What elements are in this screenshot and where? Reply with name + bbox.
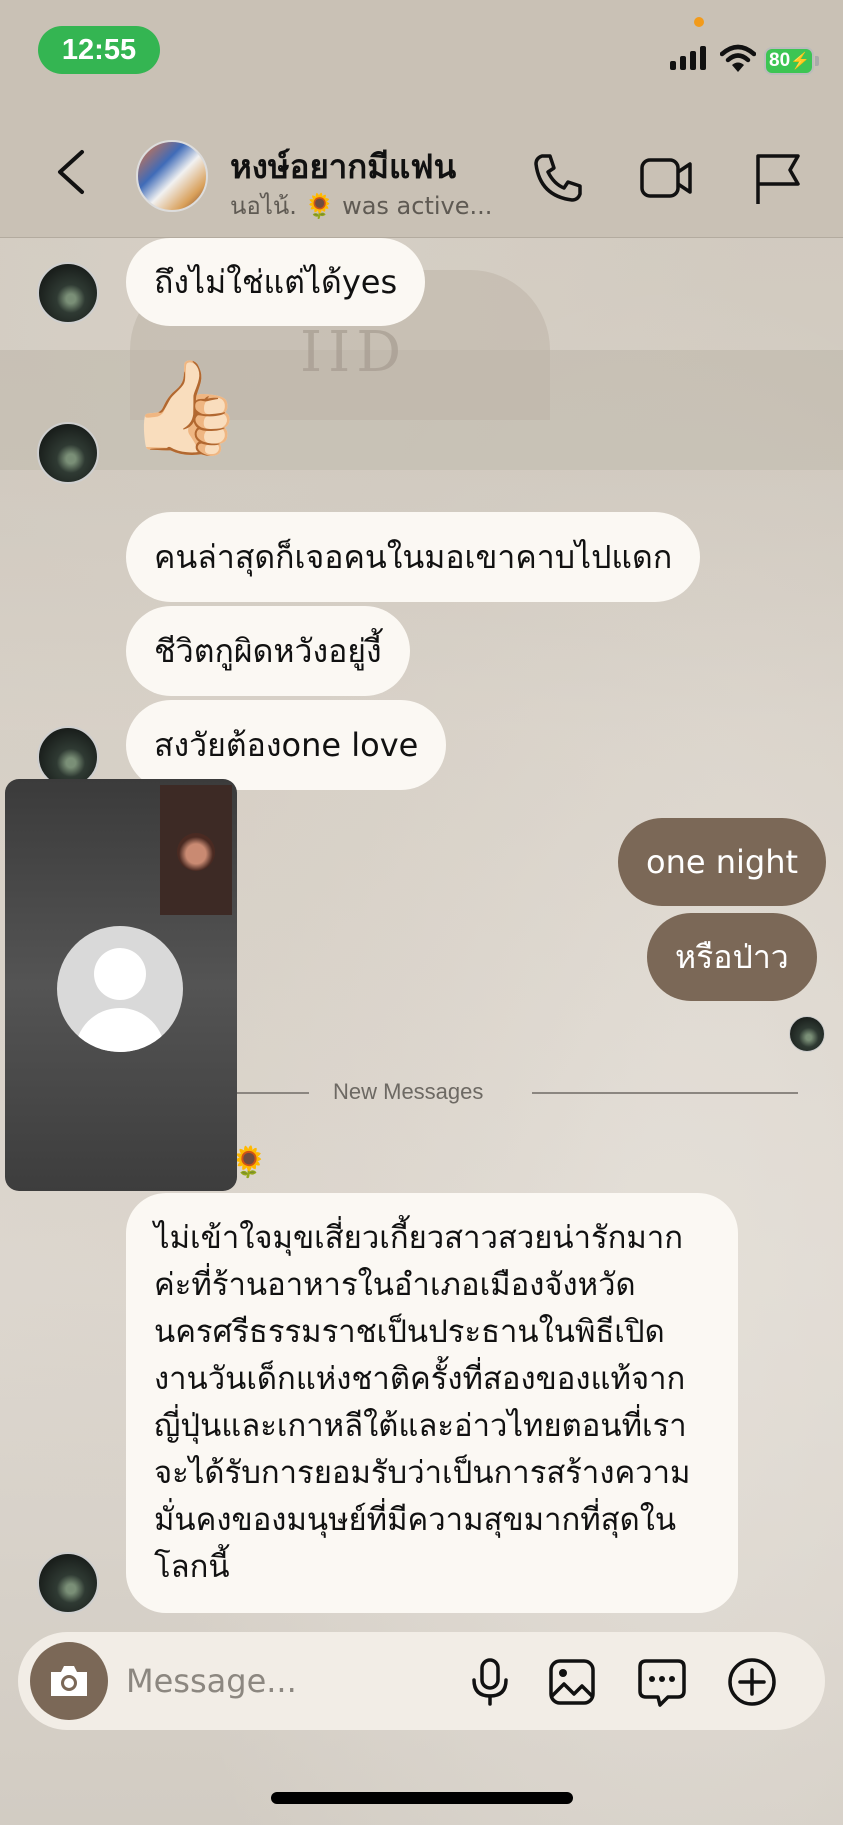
home-indicator[interactable] xyxy=(271,1792,573,1804)
divider-line xyxy=(237,1092,309,1094)
battery-level: 80 xyxy=(769,50,791,71)
back-arrow-icon[interactable] xyxy=(52,148,92,196)
chat-header: หงษ์อยากมีแฟน นอไน้. 🌻 was active... xyxy=(0,100,843,238)
video-call-window[interactable] xyxy=(5,779,237,1191)
message-bubble[interactable]: ถึงไม่ใช่แต่ได้yes xyxy=(126,238,426,326)
wallpaper-logo: IID xyxy=(300,320,408,385)
chat-bubble-icon[interactable] xyxy=(636,1656,688,1708)
report-flag-icon[interactable] xyxy=(748,148,808,208)
seen-by-avatar xyxy=(789,1016,825,1052)
status-time: 12:55 xyxy=(38,26,160,74)
camera-icon xyxy=(51,1666,87,1696)
self-preview-face xyxy=(177,833,215,871)
microphone-icon[interactable] xyxy=(464,1656,516,1708)
message-bubble[interactable]: คนล่าสุดก็เจอคนในมอเขาคาบไปแดก xyxy=(126,512,701,602)
thumbs-up-emoji[interactable]: 👍🏻 xyxy=(128,362,243,454)
message-text: คนล่าสุดก็เจอคนในมอเขาคาบไปแดก xyxy=(154,537,673,576)
cellular-signal-icon xyxy=(670,46,706,70)
sender-avatar[interactable] xyxy=(37,1552,99,1614)
wifi-icon xyxy=(720,44,756,72)
active-status: นอไน้. 🌻 was active... xyxy=(230,192,493,220)
message-bubble[interactable]: ชีวิตกูผิดหวังอยู่งี้ xyxy=(126,606,410,696)
message-text: หรือป่าว xyxy=(675,937,789,976)
message-text: สงวัยต้องone love xyxy=(154,725,419,764)
phone-call-icon[interactable] xyxy=(528,148,588,208)
divider-line xyxy=(532,1092,798,1094)
gallery-icon[interactable] xyxy=(546,1656,598,1708)
battery-cap xyxy=(815,56,819,66)
message-bubble[interactable]: ไม่เข้าใจมุขเสี่ยวเกี้ยวสาวสวยน่ารักมากค… xyxy=(126,1193,738,1613)
message-text: ไม่เข้าใจมุขเสี่ยวเกี้ยวสาวสวยน่ารักมากค… xyxy=(154,1220,691,1585)
my-message-bubble[interactable]: one night xyxy=(618,818,827,906)
sender-avatar[interactable] xyxy=(37,422,99,484)
default-user-icon xyxy=(57,926,183,1052)
camera-button[interactable] xyxy=(30,1642,108,1720)
status-bar: 12:55 80 ⚡ xyxy=(0,0,843,100)
message-bubble[interactable]: สงวัยต้องone love xyxy=(126,700,447,790)
message-text: ถึงไม่ใช่แต่ได้yes xyxy=(154,262,398,301)
group-avatar[interactable] xyxy=(136,140,208,212)
privacy-indicator-dot xyxy=(694,17,704,27)
message-input[interactable] xyxy=(126,1656,396,1706)
message-composer xyxy=(18,1632,825,1730)
battery-icon: 80 ⚡ xyxy=(764,47,814,75)
sender-avatar[interactable] xyxy=(37,262,99,324)
my-message-bubble[interactable]: หรือป่าว xyxy=(647,913,817,1001)
new-messages-divider: New Messages xyxy=(333,1079,484,1104)
add-circle-icon[interactable] xyxy=(726,1656,778,1708)
self-preview[interactable] xyxy=(160,785,232,915)
video-call-icon[interactable] xyxy=(636,148,696,208)
message-text: ชีวิตกูผิดหวังอยู่งี้ xyxy=(154,631,382,670)
message-text: one night xyxy=(646,843,799,881)
